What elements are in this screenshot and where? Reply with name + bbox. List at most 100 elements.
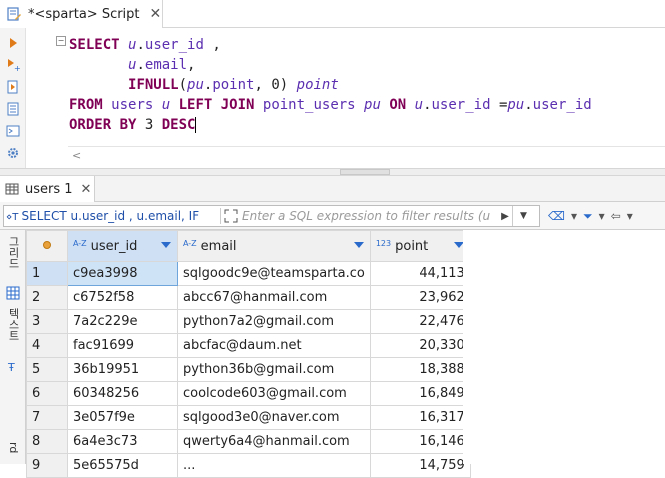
cell-email[interactable]: abcfac@daum.net <box>177 333 371 358</box>
panel-splitter[interactable] <box>0 168 665 176</box>
cell-email[interactable]: qwerty6a4@hanmail.com <box>177 429 371 454</box>
row-number[interactable]: 8 <box>26 429 68 454</box>
code-area[interactable]: − SELECT u.user_id , u.email, IFNULL(pu.… <box>36 28 665 146</box>
table-row[interactable]: 6 60348256 coolcode603@gmail.com 16,849 <box>26 381 471 406</box>
sql-code[interactable]: SELECT u.user_id , u.email, IFNULL(pu.po… <box>69 35 592 135</box>
code-token: point <box>296 77 339 93</box>
dropdown-icon[interactable]: ▾ <box>571 209 577 223</box>
cell-point[interactable]: 22,476 <box>369 309 471 334</box>
row-number[interactable]: 1 <box>26 261 68 286</box>
table-row[interactable]: 2 c6752f58 abcc67@hanmail.com 23,962 <box>26 285 471 310</box>
text-type-icon: A-Z <box>73 238 87 248</box>
cell-point[interactable]: 16,146 <box>369 429 471 454</box>
grid-view-button[interactable]: 그리드 <box>4 236 22 269</box>
cell-email[interactable]: coolcode603@gmail.com <box>177 381 371 406</box>
table-row[interactable]: 7 3e057f9e sqlgood3e0@naver.com 16,317 <box>26 405 471 430</box>
column-header-point[interactable]: 123 point <box>369 230 471 262</box>
select-all-corner[interactable] <box>26 230 68 262</box>
cell-point[interactable]: 16,317 <box>369 405 471 430</box>
filter-icon[interactable]: ⏷ <box>583 209 593 224</box>
code-token: pu <box>364 97 381 113</box>
apply-filter-icon[interactable]: ▶ <box>498 211 512 222</box>
table-row[interactable]: 3 7a2c229e python7a2@gmail.com 22,476 <box>26 309 471 334</box>
cell-user-id[interactable]: 3e057f9e <box>67 405 178 430</box>
row-number[interactable]: 5 <box>26 357 68 382</box>
execute-statement-icon[interactable] <box>5 35 20 50</box>
cell-user-id[interactable]: c9ea3998 <box>67 261 178 286</box>
dropdown-icon[interactable]: ▾ <box>599 209 605 223</box>
cell-email[interactable]: sqlgoodc9e@teamsparta.co <box>177 261 371 286</box>
column-header-email[interactable]: A-Z email <box>177 230 371 262</box>
text-icon[interactable]: Ŧ <box>4 360 22 374</box>
cell-point[interactable]: 16,849 <box>369 381 471 406</box>
sort-icon[interactable] <box>353 242 364 248</box>
cell-point[interactable]: 23,962 <box>369 285 471 310</box>
row-number[interactable]: 4 <box>26 333 68 358</box>
execute-script-icon[interactable] <box>5 79 20 94</box>
table-row[interactable]: 8 6a4e3c73 qwerty6a4@hanmail.com 16,146 <box>26 429 471 454</box>
row-number[interactable]: 7 <box>26 405 68 430</box>
close-icon[interactable]: ✕ <box>150 6 162 22</box>
cell-email[interactable]: abcc67@hanmail.com <box>177 285 371 310</box>
query-text[interactable]: ⋄T SELECT u.user_id , u.email, IF <box>4 209 217 223</box>
cell-email[interactable]: python36b@gmail.com <box>177 357 371 382</box>
back-icon[interactable]: ⇦ <box>611 209 621 223</box>
filter-history-dropdown[interactable]: ▼ <box>512 206 534 226</box>
cell-email[interactable]: python7a2@gmail.com <box>177 309 371 334</box>
cell-email[interactable]: sqlgood3e0@naver.com <box>177 405 371 430</box>
code-line[interactable]: SELECT u.user_id , <box>69 35 592 55</box>
table-icon <box>5 183 19 195</box>
code-line[interactable]: IFNULL(pu.point, 0) point <box>69 75 592 95</box>
cell-email[interactable]: ... <box>177 453 371 478</box>
row-number[interactable]: 6 <box>26 381 68 406</box>
terminal-icon[interactable] <box>5 123 20 138</box>
filter-input[interactable]: Enter a SQL expression to filter results… <box>242 209 498 223</box>
eraser-icon[interactable]: ⌫ <box>548 209 565 223</box>
row-number[interactable]: 2 <box>26 285 68 310</box>
cell-point[interactable]: 44,113 <box>369 261 471 286</box>
scroll-left-icon[interactable]: < <box>72 149 81 162</box>
code-line[interactable]: u.email, <box>69 55 592 75</box>
code-token: pu <box>507 97 525 113</box>
code-token: u <box>414 97 424 113</box>
gear-icon[interactable] <box>5 145 20 160</box>
code-token: u <box>161 97 171 113</box>
dropdown-icon[interactable]: ▾ <box>627 209 633 223</box>
row-number[interactable]: 3 <box>26 309 68 334</box>
table-row[interactable]: 4 fac91699 abcfac@daum.net 20,330 <box>26 333 471 358</box>
text-view-button[interactable]: 텍스트 <box>4 308 22 341</box>
cell-user-id[interactable]: 6a4e3c73 <box>67 429 178 454</box>
fold-toggle-icon[interactable]: − <box>56 36 66 46</box>
results-tab[interactable]: users 1 ✕ <box>0 176 95 202</box>
table-row[interactable]: 9 5e65575d... 14,759 <box>26 453 471 478</box>
column-header-user-id[interactable]: A-Z user_id <box>67 230 178 262</box>
execute-in-new-tab-icon[interactable]: + <box>5 57 20 72</box>
record-button[interactable]: rd <box>4 442 22 453</box>
script-tab[interactable]: *<sparta> Script ✕ <box>0 0 163 28</box>
close-icon[interactable]: ✕ <box>81 182 92 197</box>
grid-empty-area <box>463 230 665 464</box>
cell-user-id[interactable]: 7a2c229e <box>67 309 178 334</box>
row-marker-icon <box>43 240 51 249</box>
sort-icon[interactable] <box>161 242 171 248</box>
cell-point[interactable]: 14,759 <box>369 453 471 478</box>
row-number[interactable]: 9 <box>26 453 68 478</box>
cell-user-id[interactable]: c6752f58 <box>67 285 178 310</box>
cell-point[interactable]: 20,330 <box>369 333 471 358</box>
cell-user-id[interactable]: 60348256 <box>67 381 178 406</box>
cell-user-id[interactable]: fac91699 <box>67 333 178 358</box>
expand-icon[interactable] <box>224 209 238 223</box>
code-line[interactable]: FROM users u LEFT JOIN point_users pu ON… <box>69 95 592 115</box>
code-line[interactable]: ORDER BY 3 DESC <box>69 115 592 135</box>
cell-user-id[interactable]: 5e65575d <box>67 453 178 478</box>
cell-user-id[interactable]: 36b19951 <box>67 357 178 382</box>
grid-icon[interactable] <box>4 286 22 300</box>
results-grid: A-Z user_id A-Z email 123 point 1 c9ea3998 sq… <box>26 230 665 478</box>
script-list-icon[interactable] <box>5 101 20 116</box>
splitter-grip[interactable] <box>340 169 390 175</box>
svg-text:Ŧ: Ŧ <box>7 361 15 374</box>
cell-point[interactable]: 18,388 <box>369 357 471 382</box>
table-row[interactable]: 5 36b19951 python36b@gmail.com 18,388 <box>26 357 471 382</box>
table-row[interactable]: 1 c9ea3998 sqlgoodc9e@teamsparta.co 44,113 <box>26 261 471 286</box>
editor-horizontal-scrollbar[interactable]: < <box>68 146 665 164</box>
